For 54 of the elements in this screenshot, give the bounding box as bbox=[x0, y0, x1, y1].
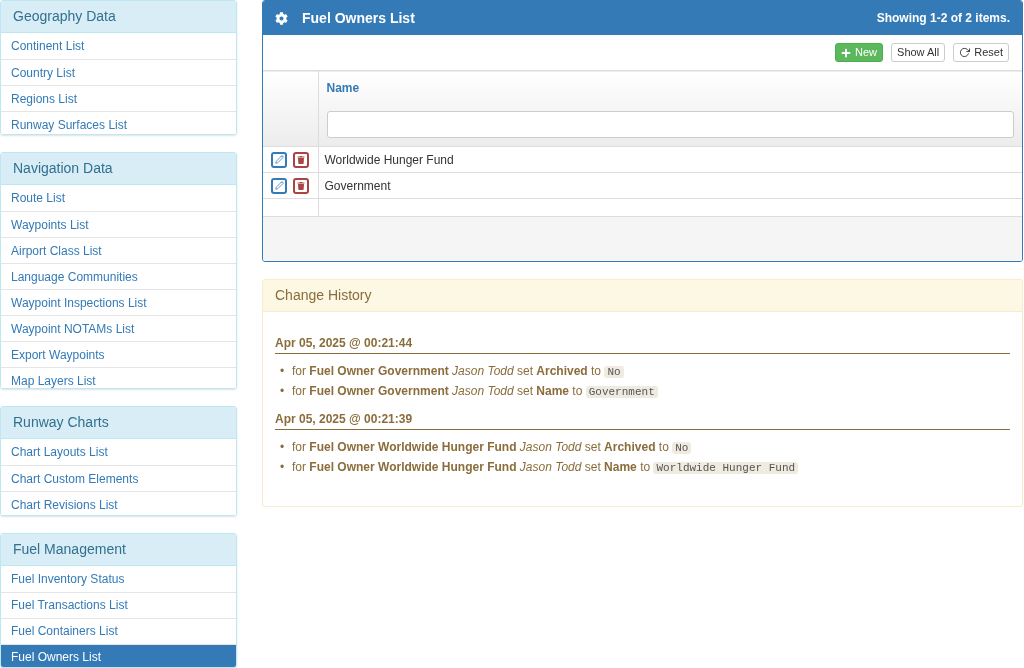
sidebar-item[interactable]: Fuel Transactions List bbox=[1, 591, 236, 618]
show-all-button[interactable]: Show All bbox=[891, 43, 946, 62]
delete-icon[interactable] bbox=[293, 177, 309, 194]
table-cell: Worldwide Hunger Fund bbox=[324, 152, 454, 167]
table-cell: Government bbox=[324, 178, 391, 193]
sidebar-item[interactable]: Fuel Owners List bbox=[1, 643, 236, 667]
value-chip: Government bbox=[585, 385, 658, 398]
sidebar-item[interactable]: Fuel Containers List bbox=[1, 617, 236, 644]
sidebar-heading: Fuel Management bbox=[1, 533, 236, 566]
sidebar-item[interactable]: Regions List bbox=[1, 85, 236, 111]
history-entry: for Fuel Owner Government Jason Todd set Name to bbox=[292, 383, 583, 398]
sidebar-item[interactable]: Country List bbox=[1, 59, 236, 85]
bullet: • bbox=[280, 458, 286, 476]
sidebar-item[interactable]: Waypoints List bbox=[1, 211, 236, 238]
bullet: • bbox=[280, 438, 286, 456]
sidebar-item[interactable]: Chart Revisions List bbox=[1, 491, 236, 515]
filter-field[interactable] bbox=[326, 111, 1014, 138]
value-chip: No bbox=[604, 365, 624, 378]
gear-icon bbox=[275, 11, 288, 25]
sidebar-heading: Navigation Data bbox=[1, 153, 236, 186]
sidebar-item[interactable]: Runway Surfaces List bbox=[1, 111, 236, 135]
sidebar-item[interactable]: Chart Custom Elements bbox=[1, 465, 236, 492]
history-timestamp: Apr 05, 2025 @ 00:21:39 bbox=[275, 409, 1010, 430]
sidebar-item[interactable]: Waypoint NOTAMs List bbox=[1, 315, 236, 342]
edit-icon[interactable] bbox=[271, 177, 287, 194]
reset-button[interactable]: Reset bbox=[953, 43, 1009, 62]
sidebar-heading: Geography Data bbox=[1, 1, 236, 33]
history-entry: for Fuel Owner Government Jason Todd set Archived to bbox=[292, 363, 602, 378]
edit-icon[interactable] bbox=[271, 151, 287, 168]
sidebar-item[interactable]: Chart Layouts List bbox=[1, 439, 236, 466]
bullet: • bbox=[280, 362, 286, 380]
sidebar-heading: Runway Charts bbox=[1, 407, 236, 440]
reset-icon bbox=[959, 47, 971, 58]
delete-icon[interactable] bbox=[293, 151, 309, 168]
sidebar-item[interactable]: Map Layers List bbox=[1, 367, 236, 389]
sidebar-item[interactable]: Airport Class List bbox=[1, 237, 236, 264]
item-count: Showing 1-2 of 2 items. bbox=[876, 10, 1010, 27]
column-header[interactable]: Name bbox=[326, 79, 360, 97]
plus-icon bbox=[841, 47, 852, 58]
value-chip: No bbox=[672, 441, 692, 454]
history-heading: Change History bbox=[263, 279, 1022, 312]
panel-title: Fuel Owners List bbox=[302, 8, 415, 28]
history-entry: for Fuel Owner Worldwide Hunger Fund Jason Todd set Archived to bbox=[292, 439, 669, 454]
sidebar-item[interactable]: Route List bbox=[1, 185, 236, 212]
bullet: • bbox=[280, 382, 286, 400]
sidebar-item[interactable]: Language Communities bbox=[1, 263, 236, 290]
history-timestamp: Apr 05, 2025 @ 00:21:44 bbox=[275, 333, 1010, 354]
sidebar-item[interactable]: Fuel Inventory Status bbox=[1, 565, 236, 592]
value-chip: Worldwide Hunger Fund bbox=[653, 461, 799, 474]
new-button[interactable]: New bbox=[835, 43, 884, 62]
sidebar-item[interactable]: Export Waypoints bbox=[1, 341, 236, 368]
sidebar-item[interactable]: Waypoint Inspections List bbox=[1, 289, 236, 316]
sidebar-item[interactable]: Continent List bbox=[1, 33, 236, 59]
history-entry: for Fuel Owner Worldwide Hunger Fund Jason Todd set Name to bbox=[292, 459, 651, 474]
